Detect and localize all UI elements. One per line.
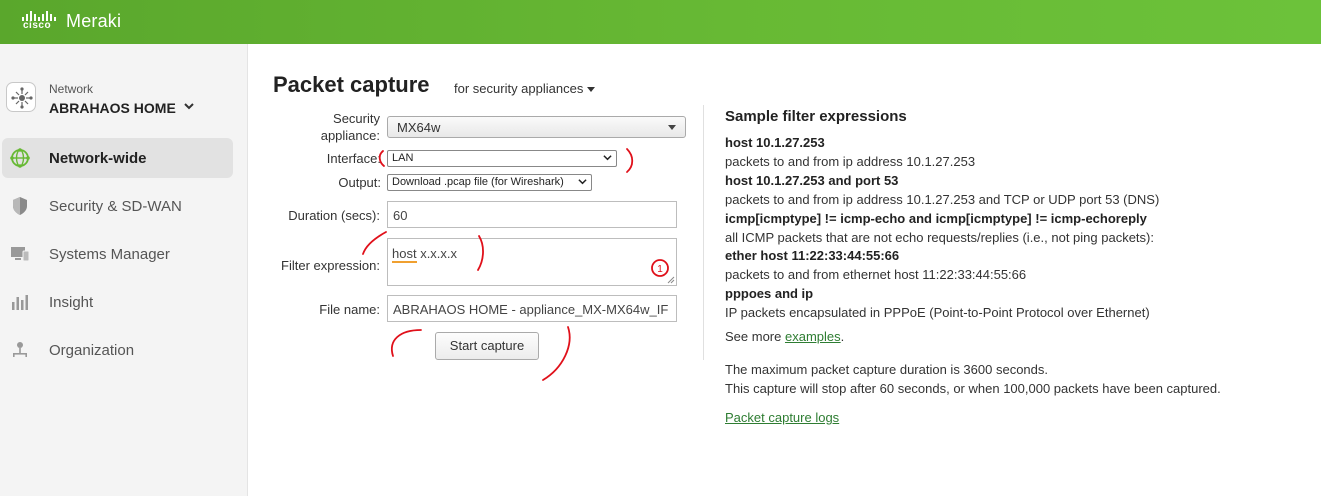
filter-text-host: host <box>392 246 417 263</box>
chevron-down-icon <box>603 155 612 161</box>
chevron-down-icon <box>578 179 587 185</box>
output-label: Output: <box>338 175 381 190</box>
interface-value: LAN <box>392 152 414 164</box>
filter-expression-textarea[interactable]: host x.x.x.x <box>387 238 677 286</box>
example-expression: host 10.1.27.253 <box>725 135 825 150</box>
start-capture-button[interactable]: Start capture <box>435 332 539 360</box>
file-name-input[interactable]: ABRAHAOS HOME - appliance_MX-MX64w_IF <box>387 295 677 322</box>
sidebar-item-label: Systems Manager <box>49 245 170 263</box>
example-expression: pppoes and ip <box>725 286 814 301</box>
packet-capture-logs-link[interactable]: Packet capture logs <box>725 410 839 425</box>
sidebar-item-systems-manager[interactable]: Systems Manager <box>2 234 233 274</box>
output-select[interactable]: Download .pcap file (for Wireshark) <box>387 174 592 191</box>
example-description: packets to and from ethernet host 11:22:… <box>725 267 1027 282</box>
network-label: Network <box>49 82 94 96</box>
sidebar: Network ABRAHAOS HOME Network-wide Secur… <box>0 44 248 496</box>
duration-label: Duration (secs): <box>288 208 380 223</box>
chevron-down-icon <box>183 100 195 115</box>
resize-handle-icon[interactable] <box>667 276 675 284</box>
network-name: ABRAHAOS HOME <box>49 100 176 116</box>
network-globe-icon <box>10 148 30 168</box>
example-expression: icmp[icmptype] != icmp-echo and icmp[icm… <box>725 211 1147 226</box>
meraki-wordmark: Meraki <box>66 10 122 31</box>
interface-select[interactable]: LAN <box>387 150 617 167</box>
file-name-label: File name: <box>319 302 380 317</box>
network-switcher[interactable]: Network ABRAHAOS HOME <box>0 72 248 132</box>
divider <box>703 105 704 360</box>
cisco-logo-icon: cisco <box>20 9 58 33</box>
duration-input[interactable]: 60 <box>387 201 677 228</box>
bar-chart-icon <box>10 292 30 312</box>
sidebar-item-label: Organization <box>49 341 135 359</box>
appliance-type-label: for security appliances <box>454 81 584 96</box>
examples-link[interactable]: examples <box>785 329 841 344</box>
top-bar: cisco Meraki <box>0 0 1321 44</box>
org-tree-icon <box>10 340 30 360</box>
page-title: Packet capture <box>273 72 430 97</box>
example-expression: ether host 11:22:33:44:55:66 <box>725 248 900 263</box>
security-appliance-select[interactable]: MX64w <box>387 116 686 138</box>
see-more-text: See more examples. <box>725 329 845 344</box>
example-description: packets to and from ip address 10.1.27.2… <box>725 192 1160 207</box>
example-expression: host 10.1.27.253 and port 53 <box>725 173 899 188</box>
shield-icon <box>10 196 30 216</box>
sidebar-item-label: Security & SD-WAN <box>49 197 182 215</box>
cisco-wordmark: cisco <box>23 20 52 31</box>
example-description: IP packets encapsulated in PPPoE (Point-… <box>725 305 1150 320</box>
caret-down-icon <box>668 125 676 130</box>
max-duration-note: The maximum packet capture duration is 3… <box>725 362 1049 377</box>
sidebar-item-network-wide[interactable]: Network-wide <box>2 138 233 178</box>
sidebar-item-organization[interactable]: Organization <box>2 330 233 370</box>
sample-filters-heading: Sample filter expressions <box>725 108 907 125</box>
interface-label: Interface: <box>326 151 381 166</box>
filter-expression-label: Filter expression: <box>281 258 380 273</box>
example-description: all ICMP packets that are not echo reque… <box>725 230 1154 245</box>
output-value: Download .pcap file (for Wireshark) <box>392 176 564 188</box>
capture-stop-note: This capture will stop after 60 seconds,… <box>725 381 1221 396</box>
network-icon <box>6 82 36 112</box>
security-appliance-value: MX64w <box>397 120 441 135</box>
appliance-type-dropdown[interactable]: for security appliances <box>454 81 596 96</box>
sidebar-item-security-sd-wan[interactable]: Security & SD-WAN <box>2 186 233 226</box>
sidebar-item-label: Insight <box>49 293 94 311</box>
filter-text-rest: x.x.x.x <box>416 246 458 261</box>
cisco-meraki-logo[interactable]: cisco Meraki <box>20 5 121 37</box>
sidebar-item-insight[interactable]: Insight <box>2 282 233 322</box>
sidebar-item-label: Network-wide <box>49 149 147 167</box>
example-description: packets to and from ip address 10.1.27.2… <box>725 154 976 169</box>
devices-icon <box>10 244 30 264</box>
caret-down-icon <box>587 87 596 93</box>
security-appliance-label: Security appliance: <box>320 111 380 143</box>
